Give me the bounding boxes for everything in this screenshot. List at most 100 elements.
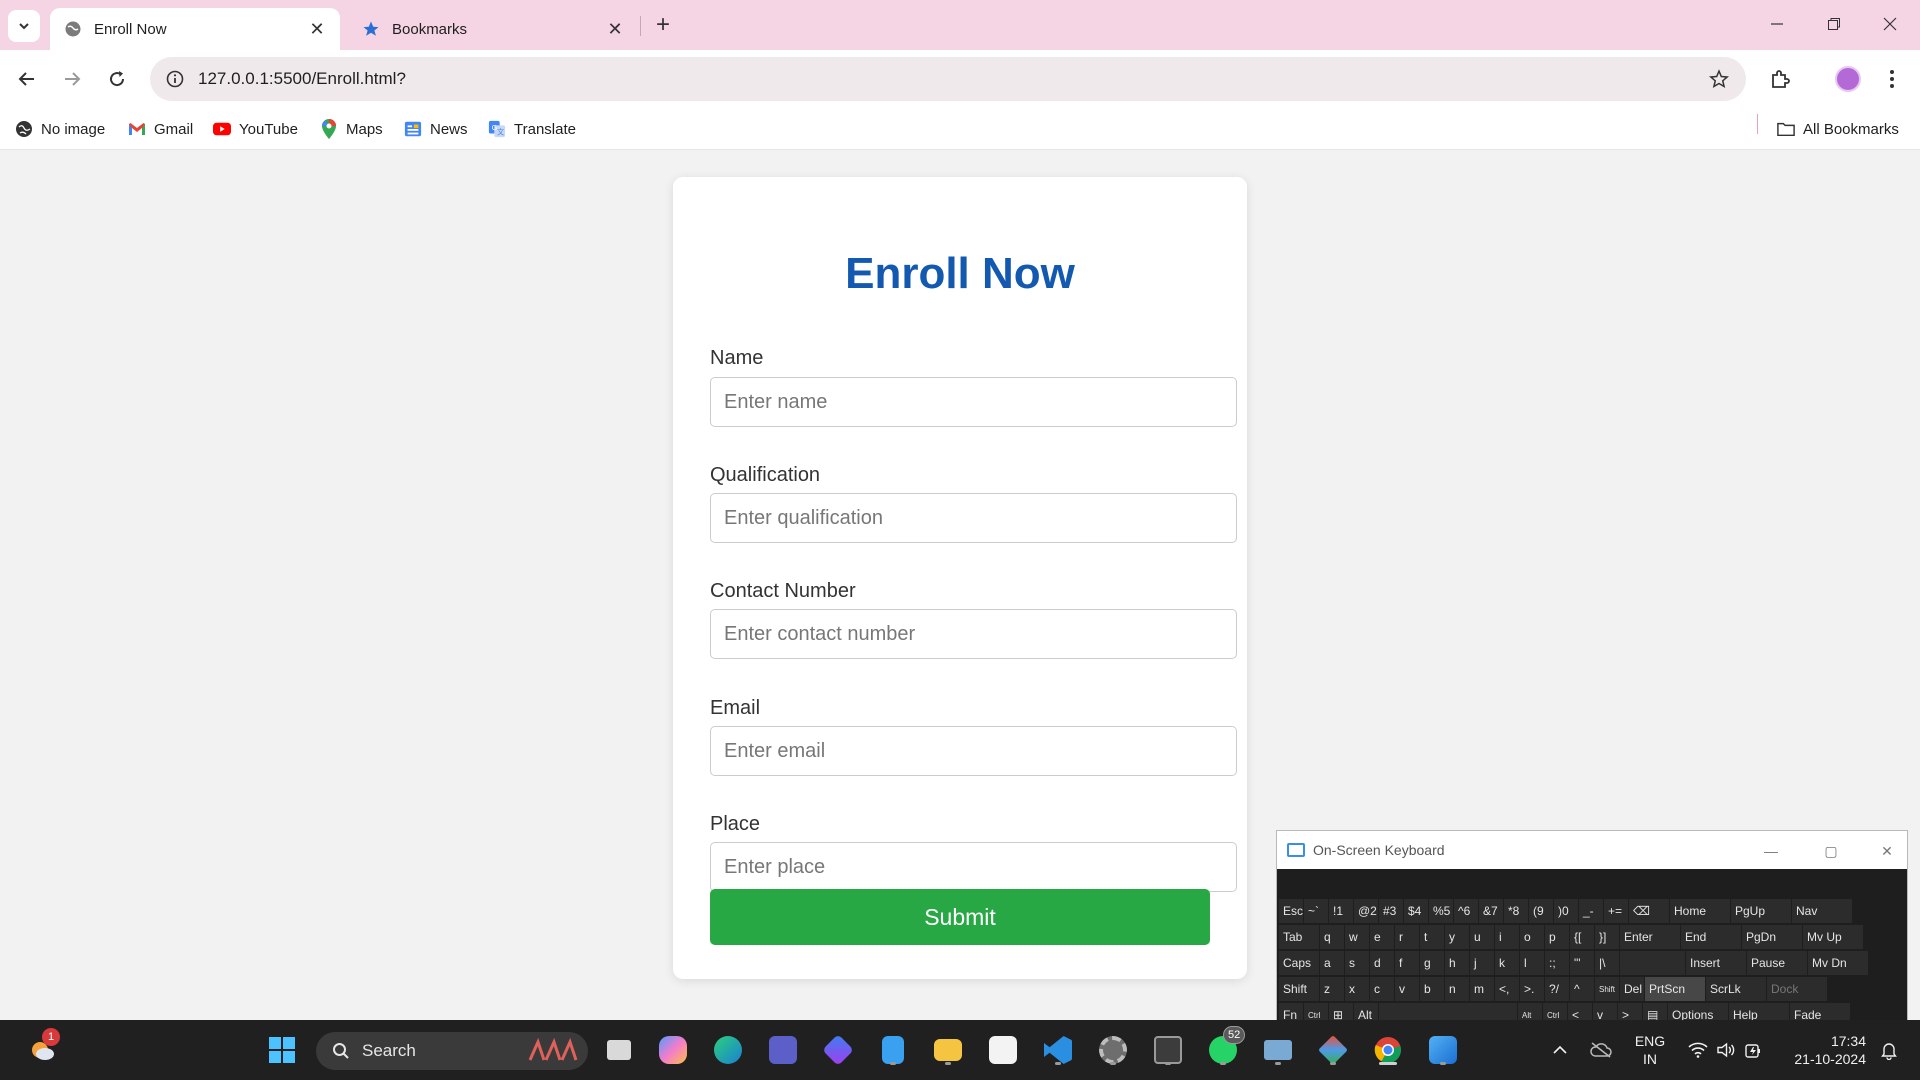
osk-key[interactable]: p (1545, 925, 1569, 949)
teams-button[interactable] (765, 1032, 801, 1068)
all-bookmarks-button[interactable]: All Bookmarks (1777, 116, 1899, 142)
osk-key[interactable]: l (1520, 951, 1544, 975)
battery-button[interactable] (1740, 1032, 1768, 1068)
osk-key[interactable]: PgDn (1742, 925, 1802, 949)
osk-key[interactable]: &7 (1479, 899, 1503, 923)
osk-key[interactable]: !1 (1329, 899, 1353, 923)
osk-key[interactable]: j (1470, 951, 1494, 975)
place-input[interactable] (710, 842, 1237, 892)
osk-key[interactable]: h (1445, 951, 1469, 975)
osk-key[interactable]: m (1470, 977, 1494, 1001)
osk-key[interactable]: q (1320, 925, 1344, 949)
osk-key[interactable]: "' (1570, 951, 1594, 975)
osk-key[interactable]: w (1345, 925, 1369, 949)
edge-button[interactable] (710, 1032, 746, 1068)
osk-key[interactable]: d (1370, 951, 1394, 975)
submit-button[interactable]: Submit (710, 889, 1210, 945)
osk-key-enter[interactable]: Enter (1620, 925, 1680, 949)
bookmark-star-icon[interactable] (1704, 64, 1734, 94)
profile-avatar[interactable] (1835, 66, 1861, 92)
copilot-button[interactable] (655, 1032, 691, 1068)
site-info-icon[interactable] (164, 68, 186, 90)
osk-key[interactable]: x (1345, 977, 1369, 1001)
terminal-button[interactable] (1150, 1032, 1186, 1068)
menu-button[interactable] (1877, 64, 1907, 94)
osk-key[interactable]: _- (1579, 899, 1603, 923)
onedrive-button[interactable] (1586, 1032, 1616, 1068)
osk-key[interactable]: Pause (1747, 951, 1807, 975)
osk-maximize-button[interactable]: ▢ (1819, 839, 1843, 863)
osk-key[interactable]: Esc (1279, 899, 1303, 923)
osk-key[interactable]: #3 (1379, 899, 1403, 923)
osk-key[interactable]: u (1470, 925, 1494, 949)
osk-key[interactable]: :; (1545, 951, 1569, 975)
git-button[interactable] (1315, 1032, 1351, 1068)
osk-key-backspace[interactable]: ⌫ (1629, 899, 1669, 923)
language-indicator[interactable]: ENG IN (1628, 1032, 1672, 1068)
osk-key-prtscn[interactable]: PrtScn (1645, 977, 1705, 1001)
bookmark-gmail[interactable]: Gmail (128, 116, 193, 142)
start-button[interactable] (264, 1032, 300, 1068)
osk-key[interactable]: @2 (1354, 899, 1378, 923)
chrome-button[interactable] (1370, 1032, 1406, 1068)
osk-key[interactable]: PgUp (1731, 899, 1791, 923)
osk-key[interactable]: s (1345, 951, 1369, 975)
osk-key[interactable]: v (1395, 977, 1419, 1001)
contact-number-input[interactable] (710, 609, 1237, 659)
osk-key[interactable]: t (1420, 925, 1444, 949)
network-button[interactable] (1684, 1032, 1712, 1068)
widgets-button[interactable]: 1 (24, 1028, 60, 1068)
osk-key[interactable]: ^6 (1454, 899, 1478, 923)
restore-button[interactable] (1806, 6, 1862, 42)
bookmark-youtube[interactable]: YouTube (213, 116, 298, 142)
osk-key[interactable]: Tab (1279, 925, 1319, 949)
osk-key[interactable]: += (1604, 899, 1628, 923)
clock[interactable]: 17:34 21-10-2024 (1782, 1032, 1866, 1068)
osk-key[interactable]: Caps (1279, 951, 1319, 975)
osk-key[interactable]: ?/ (1545, 977, 1569, 1001)
osk-key[interactable]: <, (1495, 977, 1519, 1001)
osk-key[interactable]: >. (1520, 977, 1544, 1001)
osk-key[interactable]: ~` (1304, 899, 1328, 923)
osk-minimize-button[interactable]: — (1759, 839, 1783, 863)
task-view-button[interactable] (601, 1032, 637, 1068)
back-button[interactable] (12, 64, 42, 94)
reload-button[interactable] (102, 64, 132, 94)
whatsapp-button[interactable]: 52 (1205, 1026, 1246, 1068)
close-tab-icon[interactable]: ✕ (604, 18, 626, 40)
osk-key[interactable]: c (1370, 977, 1394, 1001)
osk-key[interactable]: *8 (1504, 899, 1528, 923)
osk-key[interactable]: $4 (1404, 899, 1428, 923)
osk-taskbar-button[interactable] (1260, 1032, 1296, 1068)
osk-key[interactable]: z (1320, 977, 1344, 1001)
file-explorer-button[interactable] (930, 1032, 966, 1068)
osk-key[interactable]: Shift (1595, 977, 1619, 1001)
osk-key[interactable]: Dock (1767, 977, 1827, 1001)
store-button[interactable] (985, 1032, 1021, 1068)
tab-bookmarks[interactable]: Bookmarks ✕ (348, 8, 638, 50)
osk-key[interactable]: r (1395, 925, 1419, 949)
osk-key[interactable]: i (1495, 925, 1519, 949)
bookmark-translate[interactable]: G文 Translate (488, 116, 576, 142)
osk-key[interactable]: End (1681, 925, 1741, 949)
osk-key[interactable]: )0 (1554, 899, 1578, 923)
osk-key[interactable]: k (1495, 951, 1519, 975)
minimize-button[interactable] (1749, 6, 1805, 42)
vscode-button[interactable] (1040, 1032, 1076, 1068)
osk-key[interactable]: y (1445, 925, 1469, 949)
bookmark-maps[interactable]: Maps (320, 116, 383, 142)
notepad-button[interactable] (875, 1032, 911, 1068)
name-input[interactable] (710, 377, 1237, 427)
close-tab-icon[interactable]: ✕ (306, 18, 328, 40)
tab-search-button[interactable] (8, 10, 40, 42)
address-bar[interactable]: 127.0.0.1:5500/Enroll.html? (150, 57, 1746, 101)
osk-key[interactable]: }] (1595, 925, 1619, 949)
osk-key[interactable]: Del (1620, 977, 1644, 1001)
tab-enroll-now[interactable]: Enroll Now ✕ (50, 8, 340, 50)
bookmark-no-image[interactable]: No image (15, 116, 105, 142)
osk-close-button[interactable]: ✕ (1875, 839, 1899, 863)
osk-key[interactable]: %5 (1429, 899, 1453, 923)
osk-key[interactable]: o (1520, 925, 1544, 949)
osk-key[interactable]: n (1445, 977, 1469, 1001)
volume-button[interactable] (1712, 1032, 1740, 1068)
